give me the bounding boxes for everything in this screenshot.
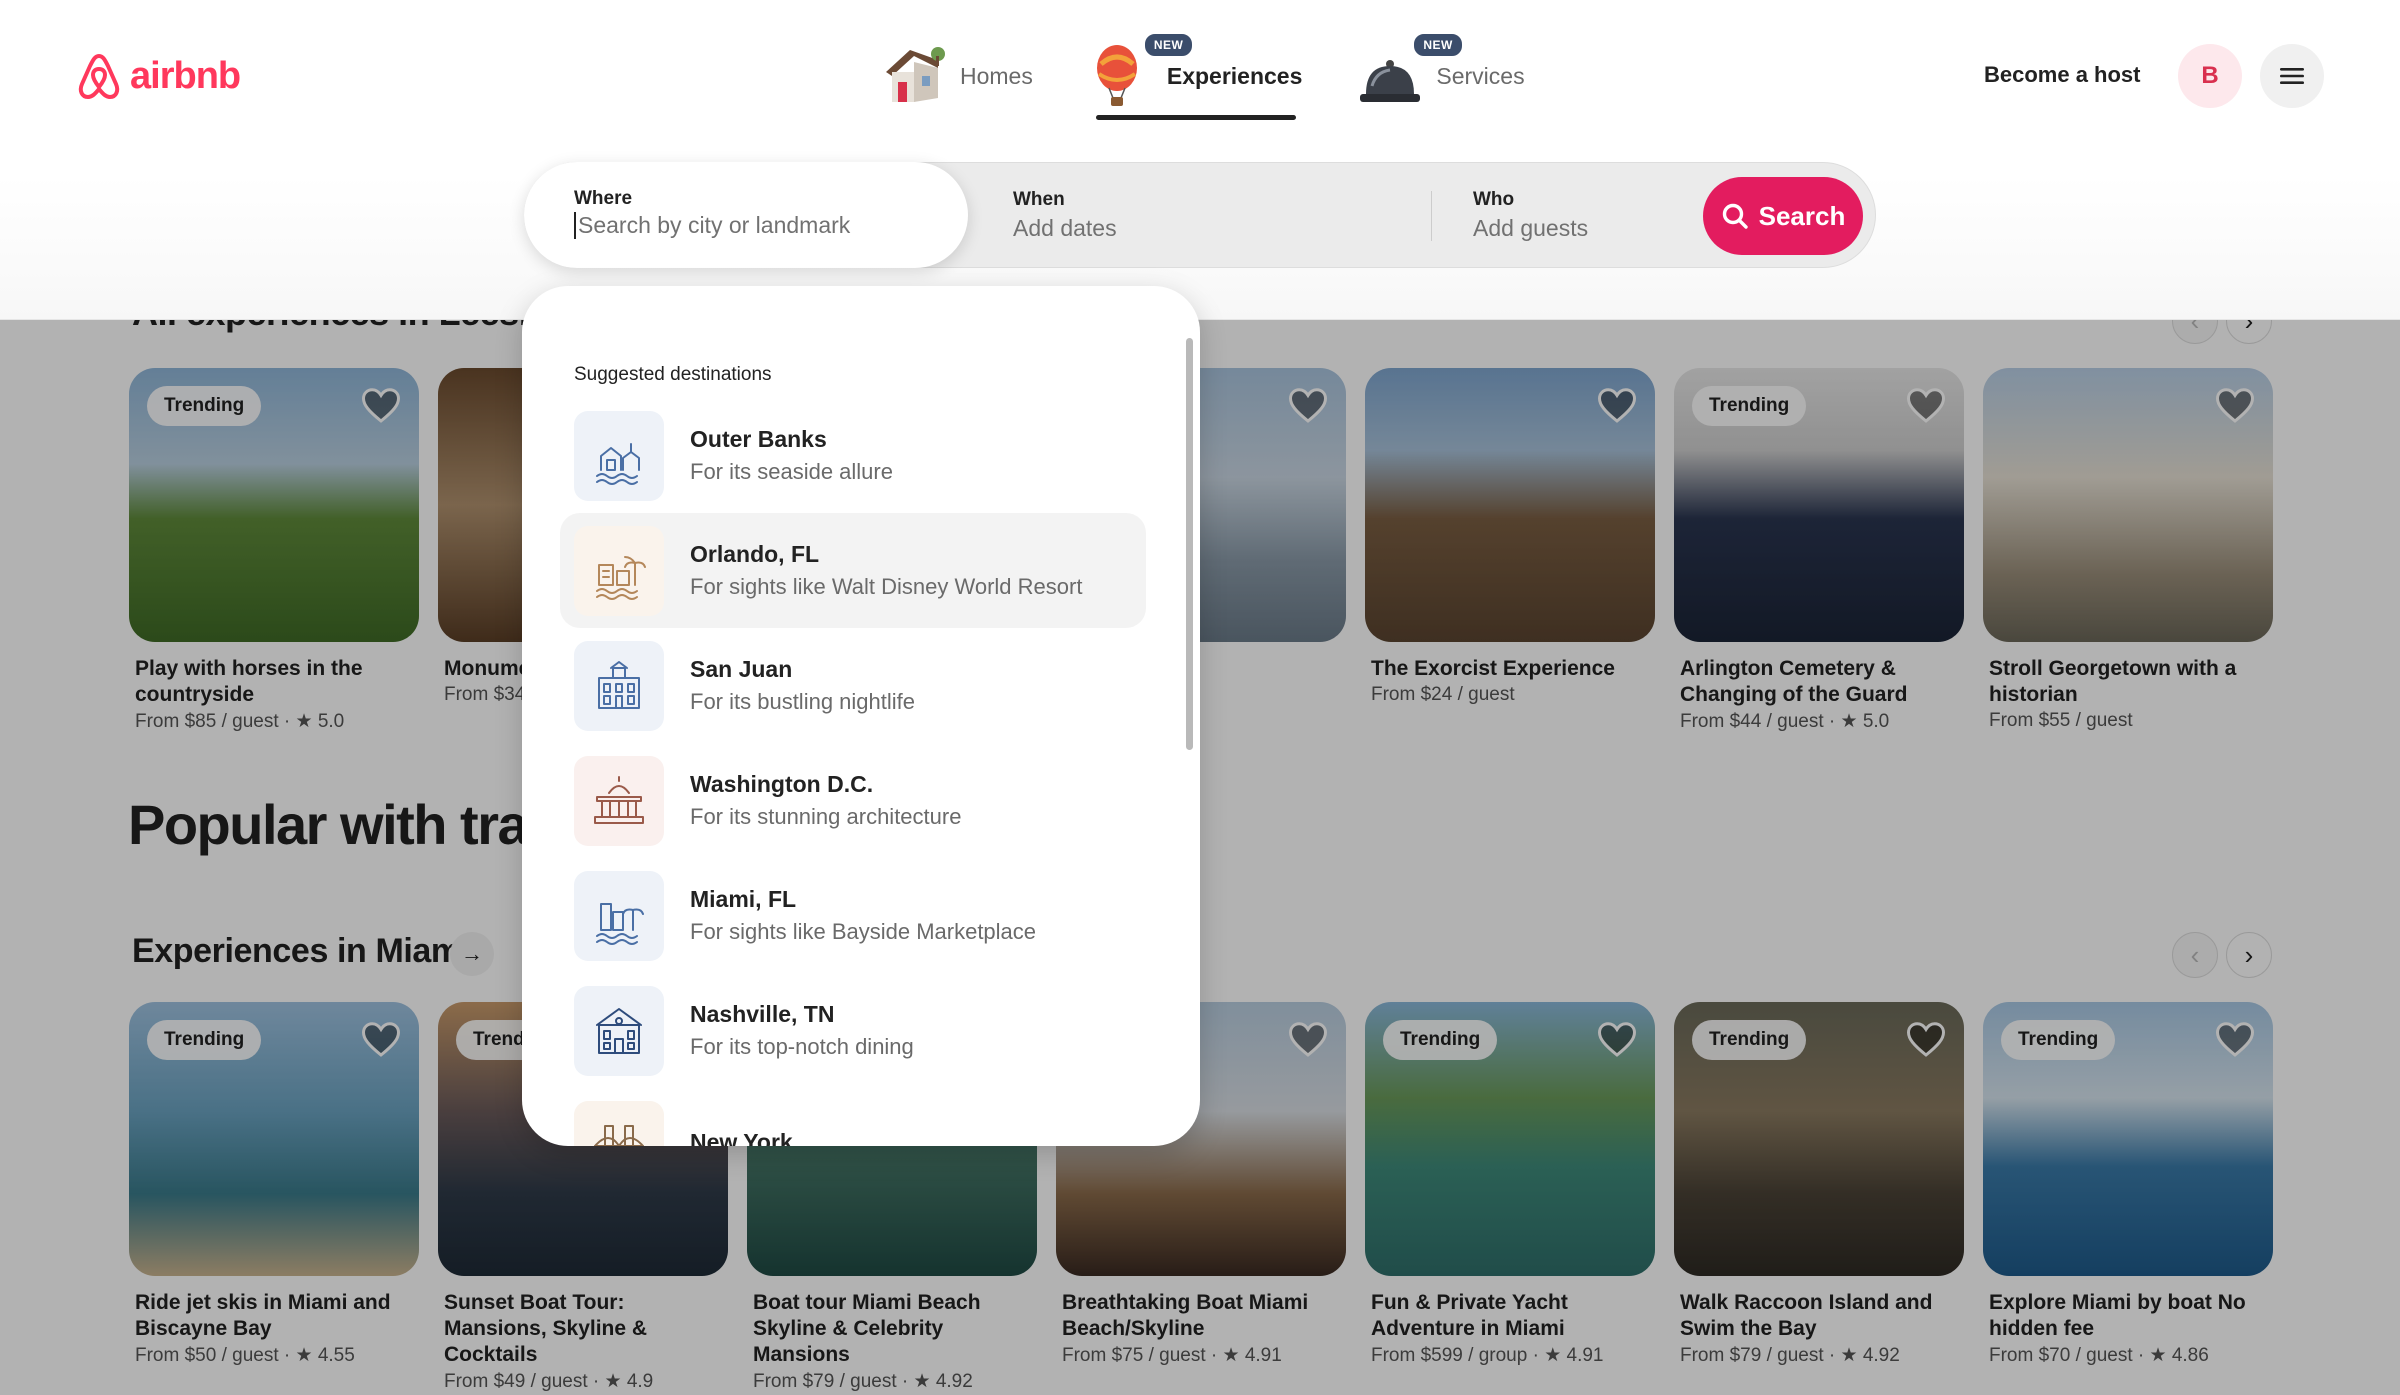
suggestion-name: Orlando, FL	[690, 541, 820, 567]
suggestion-item[interactable]: Nashville, TN For its top-notch dining	[560, 973, 1146, 1088]
suggestion-text: Outer Banks For its seaside allure	[690, 426, 893, 485]
hamburger-menu-icon	[2280, 68, 2304, 84]
suggestion-description: For sights like Walt Disney World Resort	[690, 574, 1083, 599]
beach-house-icon	[574, 410, 664, 501]
suggestion-name: San Juan	[690, 656, 793, 682]
active-tab-indicator	[1096, 115, 1296, 120]
suggestion-item[interactable]: San Juan For its bustling nightlife	[560, 628, 1146, 743]
category-tabs: Homes NEW Experiences NEW Services	[880, 32, 1579, 112]
suggestion-text: New York	[690, 1129, 793, 1146]
when-value: Add dates	[1013, 215, 1117, 241]
menu-button[interactable]	[2260, 44, 2324, 108]
suggestion-text: San Juan For its bustling nightlife	[690, 656, 915, 715]
hot-air-balloon-icon: NEW	[1087, 32, 1195, 110]
search-button-label: Search	[1758, 200, 1846, 231]
suggested-destinations-heading: Suggested destinations	[574, 364, 772, 385]
suggestion-item[interactable]: New York	[560, 1088, 1146, 1146]
airbnb-logo-icon	[78, 54, 120, 99]
suggestion-name: New York	[690, 1129, 793, 1146]
new-badge-services: NEW	[1412, 32, 1464, 58]
tab-homes[interactable]: Homes	[880, 40, 1033, 112]
dropdown-scrollbar-thumb[interactable]	[1186, 338, 1193, 750]
suggestion-item[interactable]: Outer Banks For its seaside allure	[560, 398, 1146, 513]
when-segment[interactable]: When Add dates	[1013, 163, 1443, 269]
search-icon	[1722, 203, 1748, 229]
who-label: Who	[1473, 189, 1515, 210]
search-button[interactable]: Search	[1703, 177, 1863, 255]
search-divider	[1431, 191, 1432, 241]
suggestion-name: Outer Banks	[690, 426, 827, 452]
miami-skyline-icon	[574, 870, 664, 961]
suggestion-text: Miami, FL For sights like Bayside Marketp…	[690, 886, 1036, 945]
palm-city-icon	[574, 525, 664, 616]
suggestions-list: Outer Banks For its seaside allure Orlando…	[560, 398, 1146, 1146]
suggestion-description: For its stunning architecture	[690, 804, 962, 829]
where-label: Where	[574, 188, 633, 209]
new-badge-experiences: NEW	[1142, 32, 1195, 58]
airbnb-logo-text: airbnb	[130, 54, 241, 97]
tab-experiences[interactable]: NEW Experiences	[1087, 32, 1303, 112]
suggestion-description: For sights like Bayside Marketplace	[690, 919, 1037, 944]
tab-experiences-label: Experiences	[1166, 62, 1303, 89]
where-segment[interactable]: Where	[524, 162, 968, 268]
mansion-icon	[574, 985, 664, 1076]
who-segment[interactable]: Who Add guests	[1473, 163, 1673, 269]
suggestion-item[interactable]: Orlando, FL For sights like Walt Disney W…	[560, 513, 1146, 628]
user-avatar[interactable]: B	[2178, 44, 2242, 108]
tab-services[interactable]: NEW Services	[1356, 32, 1525, 112]
service-bell-icon: NEW	[1356, 32, 1464, 110]
house-icon	[880, 42, 948, 110]
dropdown-scrollbar[interactable]	[1186, 338, 1193, 1038]
suggestion-item[interactable]: Washington D.C. For its stunning architec…	[560, 743, 1146, 858]
where-input[interactable]	[574, 212, 934, 239]
suggestion-description: For its top-notch dining	[690, 1034, 914, 1059]
search-bar: Where When Add dates Who Add guests Sear…	[524, 162, 1876, 268]
suggestion-description: For its seaside allure	[690, 459, 893, 484]
modal-backdrop[interactable]	[0, 320, 2400, 1395]
suggestion-description: For its bustling nightlife	[690, 689, 915, 714]
suggestion-item[interactable]: Miami, FL For sights like Bayside Marketp…	[560, 858, 1146, 973]
become-host-link[interactable]: Become a host	[1984, 62, 2141, 88]
when-label: When	[1013, 189, 1065, 210]
suggestion-name: Miami, FL	[690, 886, 797, 912]
airbnb-logo[interactable]: airbnb	[76, 50, 241, 102]
who-value: Add guests	[1473, 215, 1589, 241]
capitol-building-icon	[574, 755, 664, 846]
suggestion-text: Orlando, FL For sights like Walt Disney W…	[690, 541, 1082, 600]
site-header: airbnb Homes NEW Experiences NEW Service…	[0, 0, 2400, 320]
tab-services-label: Services	[1436, 62, 1525, 89]
suggestion-text: Nashville, TN For its top-notch dining	[690, 1001, 914, 1060]
destination-suggestions-dropdown: Suggested destinations Outer Banks For it…	[522, 286, 1200, 1146]
bridge-icon	[574, 1100, 664, 1146]
historic-building-icon	[574, 640, 664, 731]
suggestion-name: Nashville, TN	[690, 1001, 835, 1027]
tab-homes-label: Homes	[960, 62, 1033, 89]
suggestion-text: Washington D.C. For its stunning architec…	[690, 771, 961, 830]
suggestion-name: Washington D.C.	[690, 771, 874, 797]
